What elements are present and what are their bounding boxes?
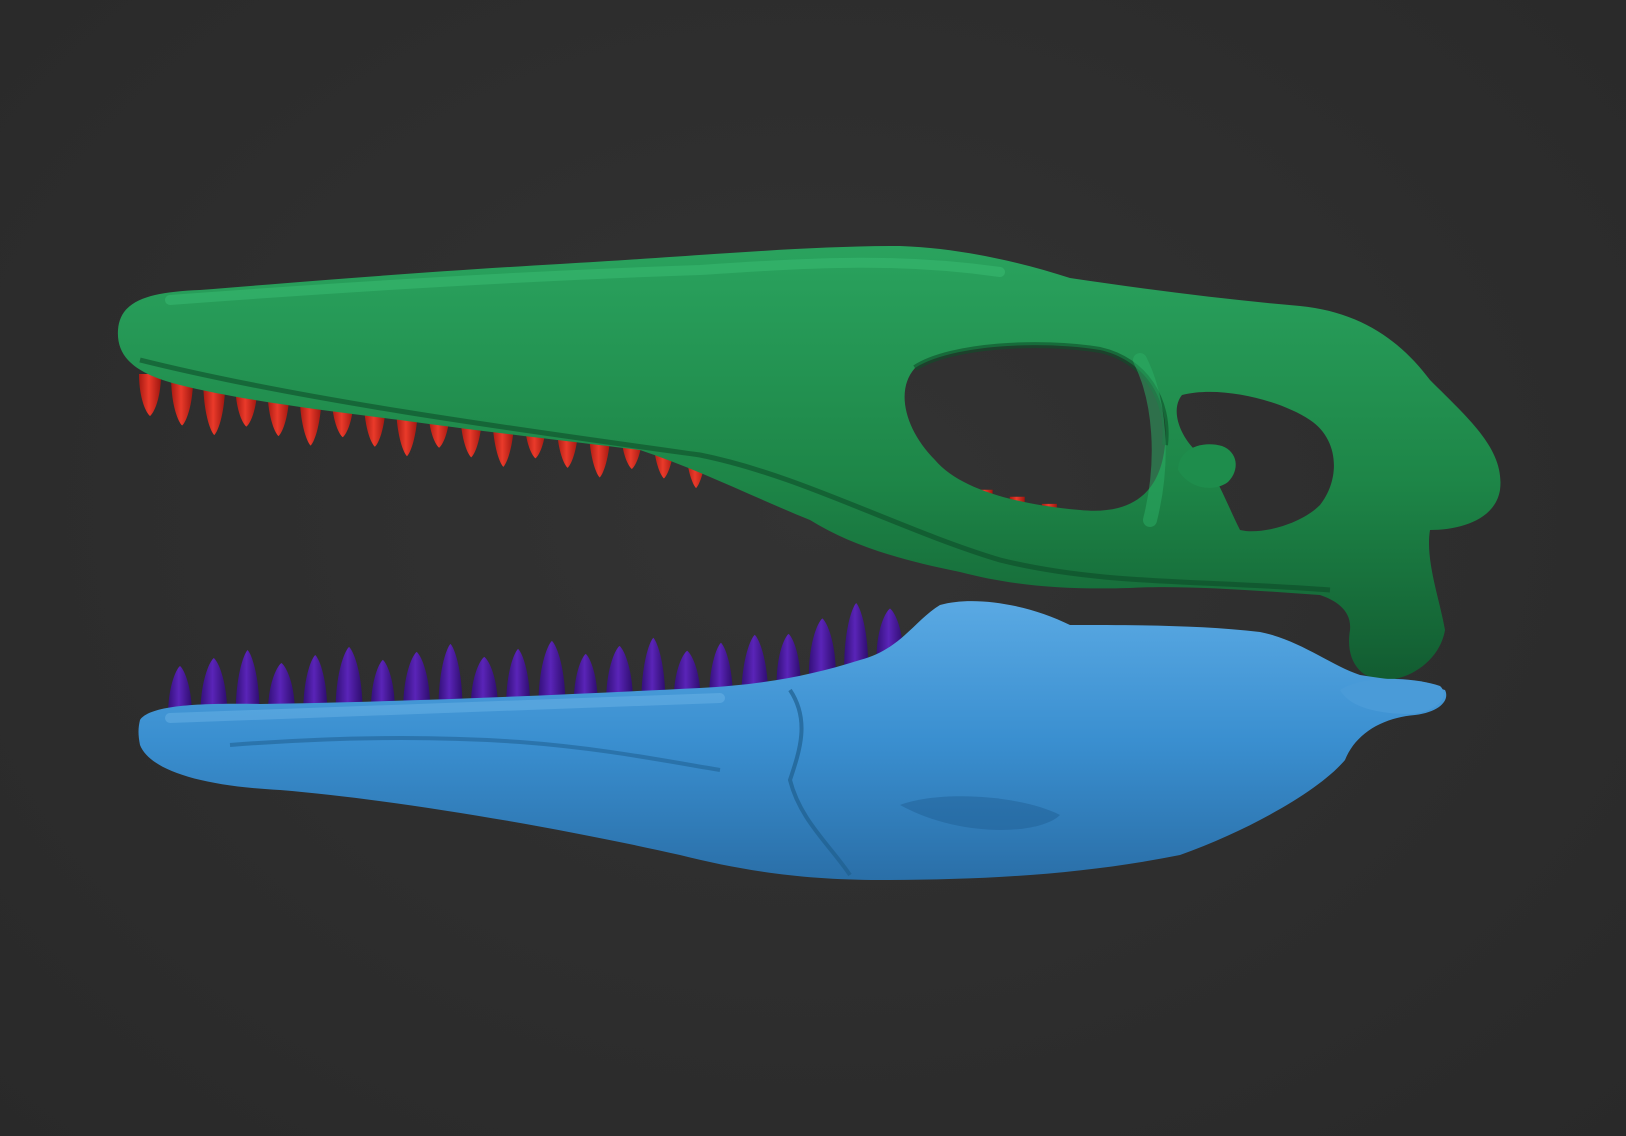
upper-tooth [139,374,161,416]
skull-render [117,246,1501,880]
lower-tooth [776,633,801,684]
lower-tooth [844,602,869,667]
render-viewport [0,0,1626,1136]
lower-tooth [808,618,836,676]
upper-skull-orbit-rim [913,342,1169,446]
lower-tooth [438,643,463,708]
upper-skull-body [117,246,1501,680]
upper-skull [117,246,1501,680]
lower-tooth [335,646,363,711]
